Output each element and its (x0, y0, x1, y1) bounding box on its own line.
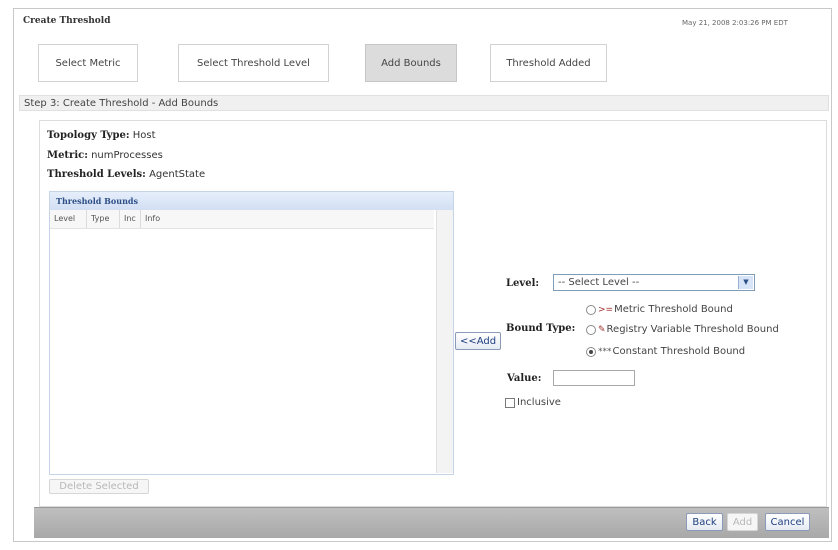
inclusive-label: Inclusive (517, 397, 561, 408)
grid-column-headers: Level Type Inc Info (50, 210, 434, 229)
step-label: Select Metric (55, 57, 121, 69)
radio-label: Constant Threshold Bound (612, 346, 746, 357)
cancel-button[interactable]: Cancel (765, 513, 810, 531)
step-label: Select Threshold Level (197, 57, 310, 69)
level-select-value: -- Select Level -- (558, 277, 640, 288)
level-select[interactable]: -- Select Level -- ▼ (553, 274, 755, 291)
radio-constant-threshold-bound[interactable]: *** Constant Threshold Bound (586, 346, 745, 357)
grid-title: Threshold Bounds (50, 192, 453, 210)
column-header-level[interactable]: Level (50, 210, 87, 228)
value-input[interactable] (553, 370, 635, 386)
step-banner: Step 3: Create Threshold - Add Bounds (19, 95, 829, 111)
metric-row: Metric: numProcesses (47, 150, 163, 161)
radio-button[interactable] (586, 324, 596, 335)
constant-bound-icon: *** (598, 346, 612, 357)
level-label: Level: (506, 278, 540, 289)
threshold-levels-value: AgentState (149, 169, 206, 180)
metric-bound-icon: >= (598, 304, 614, 315)
radio-metric-threshold-bound[interactable]: >= Metric Threshold Bound (586, 304, 733, 315)
inclusive-checkbox-row[interactable]: Inclusive (505, 397, 561, 408)
threshold-levels-label: Threshold Levels: (47, 169, 146, 180)
topology-type-value: Host (132, 130, 156, 141)
column-header-info[interactable]: Info (141, 210, 434, 228)
add-button[interactable]: Add (727, 513, 758, 531)
topology-type-label: Topology Type: (47, 130, 130, 141)
metric-label: Metric: (47, 150, 88, 161)
radio-button-checked[interactable] (586, 346, 596, 357)
threshold-levels-row: Threshold Levels: AgentState (47, 169, 205, 180)
step-select-metric[interactable]: Select Metric (38, 44, 138, 82)
grid-scrollbar[interactable] (436, 210, 453, 473)
threshold-bounds-grid[interactable]: Threshold Bounds Level Type Inc Info (49, 191, 454, 475)
back-button[interactable]: Back (686, 513, 723, 531)
add-bound-button[interactable]: <<Add (455, 332, 501, 350)
radio-registry-variable-threshold-bound[interactable]: ✎ Registry Variable Threshold Bound (586, 324, 779, 335)
timestamp: May 21, 2008 2:03:26 PM EDT (682, 19, 788, 27)
radio-label: Registry Variable Threshold Bound (606, 324, 779, 335)
window-title: Create Threshold (23, 16, 111, 26)
value-label: Value: (507, 373, 542, 384)
column-header-type[interactable]: Type (87, 210, 120, 228)
column-header-inc[interactable]: Inc (120, 210, 141, 228)
radio-button[interactable] (586, 304, 596, 315)
step-label: Add Bounds (381, 57, 441, 69)
inclusive-checkbox[interactable] (505, 397, 515, 408)
step-add-bounds[interactable]: Add Bounds (365, 44, 457, 82)
step-label: Threshold Added (506, 57, 591, 69)
step-select-threshold-level[interactable]: Select Threshold Level (178, 44, 329, 82)
delete-selected-button[interactable]: Delete Selected (49, 479, 149, 494)
metric-value: numProcesses (91, 150, 163, 161)
chevron-down-icon[interactable]: ▼ (738, 276, 753, 289)
radio-label: Metric Threshold Bound (614, 304, 733, 315)
topology-type-row: Topology Type: Host (47, 130, 156, 141)
step-threshold-added[interactable]: Threshold Added (490, 44, 607, 82)
registry-variable-icon: ✎ (598, 324, 606, 335)
bound-type-label: Bound Type: (506, 323, 576, 334)
